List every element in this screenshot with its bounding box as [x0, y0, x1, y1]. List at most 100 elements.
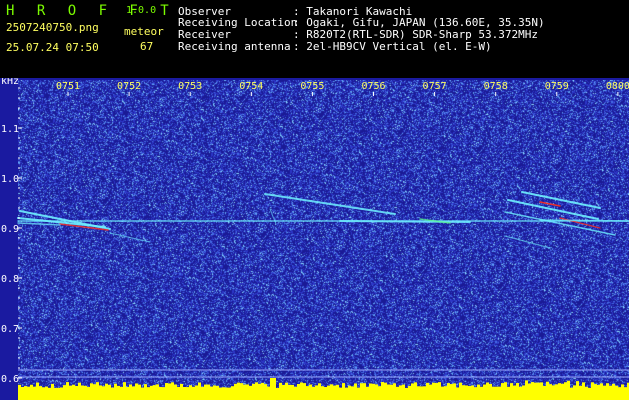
level-bar: [105, 383, 108, 400]
level-bar: [369, 383, 372, 400]
level-bar: [216, 385, 219, 400]
level-bar: [135, 383, 138, 400]
level-bar: [579, 385, 582, 400]
level-bar: [582, 382, 585, 400]
level-bar: [459, 382, 462, 400]
level-bar: [237, 382, 240, 400]
freq-tick-label: 0.8: [1, 274, 19, 285]
level-bar: [498, 386, 501, 400]
level-bar: [75, 385, 78, 400]
time-tick-label: 0759: [545, 81, 569, 92]
level-bar: [576, 381, 579, 400]
level-bar: [417, 386, 420, 400]
level-bar: [219, 387, 222, 400]
level-bar: [414, 382, 417, 400]
level-bar: [378, 386, 381, 400]
level-bar: [285, 382, 288, 400]
level-bar: [144, 384, 147, 400]
level-bar: [117, 385, 120, 400]
level-bar: [102, 386, 105, 400]
level-bar: [123, 382, 126, 400]
level-bar: [585, 386, 588, 400]
level-bar: [78, 382, 81, 400]
antenna-value: : 2el-HB9CV Vertical (el. E-W): [293, 40, 492, 53]
level-bar: [99, 385, 102, 400]
level-bar: [357, 387, 360, 400]
level-bar: [540, 382, 543, 400]
time-tick-label: 0758: [484, 81, 508, 92]
level-bar: [189, 385, 192, 400]
level-bar: [336, 384, 339, 400]
freq-tick-label: 0.7: [1, 324, 19, 335]
level-bar: [570, 387, 573, 400]
level-bar: [159, 387, 162, 400]
level-bar: [66, 382, 69, 400]
app-version: 1.0.0: [126, 5, 157, 16]
level-bar: [120, 386, 123, 400]
level-bar: [504, 382, 507, 400]
level-bar: [198, 382, 201, 400]
level-bar: [21, 386, 24, 400]
level-bar: [195, 385, 198, 400]
level-bar: [150, 385, 153, 400]
level-bar: [363, 383, 366, 400]
antenna-label: Receiving antenna: [178, 40, 291, 53]
count-value: 67: [140, 40, 154, 53]
level-bar: [24, 386, 27, 400]
file-name: 2507240750.png: [6, 21, 99, 34]
level-bar: [231, 386, 234, 400]
level-bar: [162, 387, 165, 400]
level-bar: [210, 386, 213, 400]
level-bar: [192, 386, 195, 400]
level-bar: [528, 383, 531, 400]
level-bar: [330, 384, 333, 400]
level-bar: [228, 387, 231, 400]
level-bar: [264, 384, 267, 400]
spectrogram-plot: kHz 1.1 1.0 0.9 0.8 0.7 0.6 0751 0752 0753 0754 07…: [0, 78, 629, 400]
level-bar: [312, 386, 315, 400]
level-bar: [240, 383, 243, 400]
date-time: 25.07.24 07:50: [6, 41, 99, 54]
level-bar: [342, 383, 345, 400]
level-bar: [171, 382, 174, 400]
level-bar: [156, 384, 159, 400]
level-bar: [207, 384, 210, 400]
level-bar: [147, 387, 150, 400]
level-bar: [420, 386, 423, 400]
level-bar: [393, 383, 396, 400]
level-bar: [138, 384, 141, 400]
level-bar: [561, 383, 564, 400]
level-bar: [279, 382, 282, 400]
level-bar: [30, 384, 33, 400]
level-bar: [177, 386, 180, 400]
level-bar: [324, 387, 327, 400]
level-bar: [174, 384, 177, 400]
level-bar: [186, 387, 189, 400]
level-bar: [261, 382, 264, 400]
level-bar: [60, 387, 63, 400]
level-bar: [33, 386, 36, 400]
time-tick-label: 0754: [239, 81, 263, 92]
level-bar: [18, 384, 21, 400]
level-bar: [615, 385, 618, 400]
level-bar: [252, 383, 255, 400]
level-bar: [555, 384, 558, 400]
level-bar: [45, 386, 48, 400]
level-bar: [486, 382, 489, 400]
level-bar: [402, 384, 405, 400]
level-bar: [276, 387, 279, 400]
level-bar: [546, 381, 549, 400]
level-bar: [180, 383, 183, 400]
level-bar: [165, 383, 168, 400]
level-bar: [306, 386, 309, 400]
level-bar: [612, 383, 615, 400]
level-bar: [132, 386, 135, 400]
level-bar: [327, 385, 330, 400]
level-bar: [549, 384, 552, 400]
freq-tick-label: 1.0: [1, 174, 19, 185]
level-bar: [558, 383, 561, 400]
level-bar: [603, 385, 606, 400]
level-bar: [108, 384, 111, 400]
level-bar: [297, 383, 300, 400]
level-bar: [564, 382, 567, 400]
